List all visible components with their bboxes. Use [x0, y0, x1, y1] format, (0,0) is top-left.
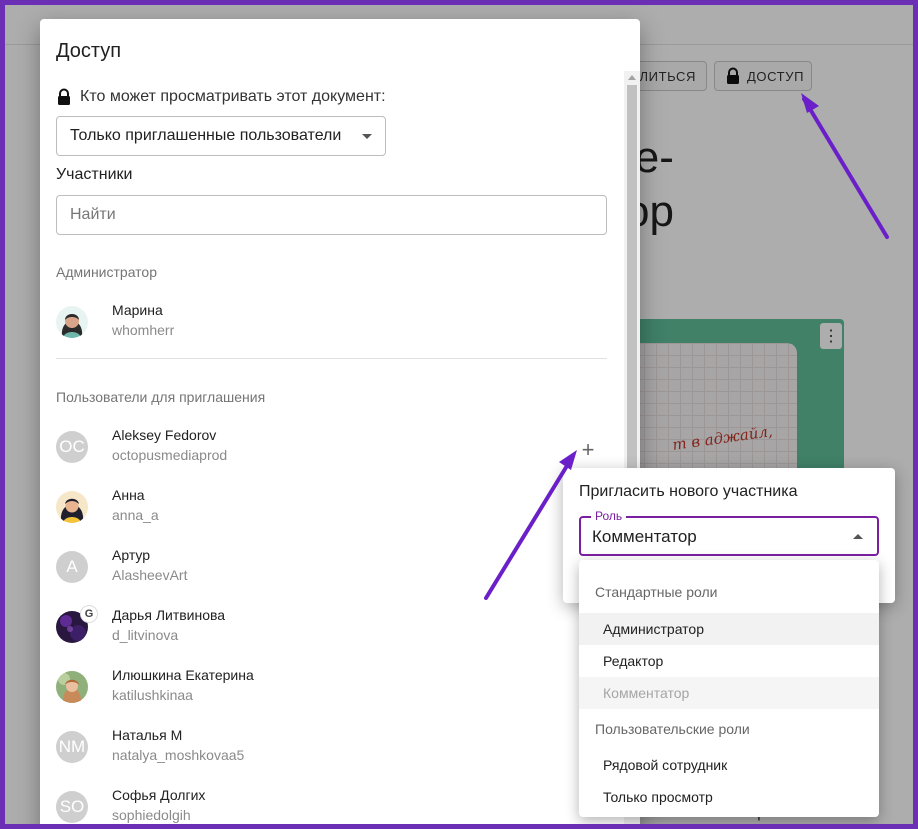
user-login: anna_a — [112, 507, 159, 523]
caret-up-icon[interactable] — [628, 75, 636, 80]
role-dropdown-menu: Стандартные роли Администратор Редактор … — [579, 560, 879, 817]
user-name: Анна — [112, 487, 145, 503]
invite-user-row[interactable]: Илюшкина Екатерина katilushkinaa — [56, 667, 616, 711]
section-divider — [56, 358, 607, 359]
avatar: A — [56, 551, 88, 583]
participants-label: Участники — [56, 166, 133, 183]
invite-user-row[interactable]: G Дарья Литвинова d_litvinova — [56, 605, 616, 651]
role-option-regular-employee[interactable]: Рядовой сотрудник — [579, 749, 879, 781]
app-frame: елиться Доступ le- op т в аджайл, ⋮ Канб… — [5, 5, 913, 824]
user-name: Наталья М — [112, 727, 183, 743]
user-login: natalya_moshkovaa5 — [112, 747, 245, 763]
user-login: d_litvinova — [112, 627, 179, 643]
avatar — [56, 491, 88, 523]
invite-popup-title: Пригласить нового участника — [579, 483, 798, 500]
avatar: OC — [56, 431, 88, 463]
caret-up-icon — [853, 534, 863, 539]
role-option-view-only[interactable]: Только просмотр — [579, 781, 879, 813]
invite-user-row[interactable]: Анна anna_a — [56, 487, 616, 531]
invite-user-row[interactable]: A Артур AlasheevArt — [56, 547, 616, 591]
user-name: Дарья Литвинова — [112, 607, 226, 623]
visibility-select-value: Только приглашенные пользователи — [70, 127, 342, 144]
user-name: Софья Долгих — [112, 787, 206, 803]
role-option-administrator[interactable]: Администратор — [579, 613, 879, 645]
user-login: whomherr — [112, 322, 175, 338]
plus-icon[interactable]: + — [576, 438, 600, 462]
admin-user-row: Марина whomherr — [56, 302, 616, 346]
invite-user-row[interactable]: SO Софья Долгих sophiedolgih — [56, 787, 616, 824]
invite-user-row[interactable]: OC Aleksey Fedorov octopusmediaprod — [56, 427, 616, 471]
user-login: octopusmediaprod — [112, 447, 228, 463]
user-login: sophiedolgih — [112, 807, 191, 823]
avatar — [56, 671, 88, 703]
role-select[interactable]: Роль Комментатор — [579, 509, 879, 556]
invite-section-label: Пользователи для приглашения — [56, 389, 266, 405]
user-name: Aleksey Fedorov — [112, 427, 217, 443]
visibility-select[interactable]: Только приглашенные пользователи — [56, 116, 386, 156]
role-field-label: Роль — [591, 509, 627, 523]
participant-search-input[interactable] — [56, 195, 607, 235]
caret-down-icon — [362, 134, 372, 139]
avatar: SO — [56, 791, 88, 823]
role-option-commenter: Комментатор — [579, 677, 879, 709]
role-option-editor[interactable]: Редактор — [579, 645, 879, 677]
menu-group-custom-roles: Пользовательские роли — [595, 721, 750, 737]
invite-user-row[interactable]: NM Наталья М natalya_moshkovaa5 — [56, 727, 616, 771]
admin-section-label: Администратор — [56, 264, 158, 280]
menu-group-standard-roles: Стандартные роли — [595, 584, 718, 600]
visibility-question-row: Кто может просматривать этот документ: — [56, 88, 386, 106]
user-login: AlasheevArt — [112, 567, 188, 583]
user-login: katilushkinaa — [112, 687, 193, 703]
avatar — [56, 306, 88, 338]
role-select-value: Комментатор — [592, 527, 697, 546]
user-name: Артур — [112, 547, 151, 563]
visibility-question: Кто может просматривать этот документ: — [80, 88, 386, 105]
user-name: Марина — [112, 302, 163, 318]
user-name: Илюшкина Екатерина — [112, 667, 254, 683]
dialog-title: Доступ — [56, 40, 122, 62]
lock-icon — [56, 88, 72, 106]
avatar: NM — [56, 731, 88, 763]
google-badge: G — [80, 605, 98, 623]
access-dialog: Доступ Кто может просматривать этот доку… — [40, 19, 640, 824]
